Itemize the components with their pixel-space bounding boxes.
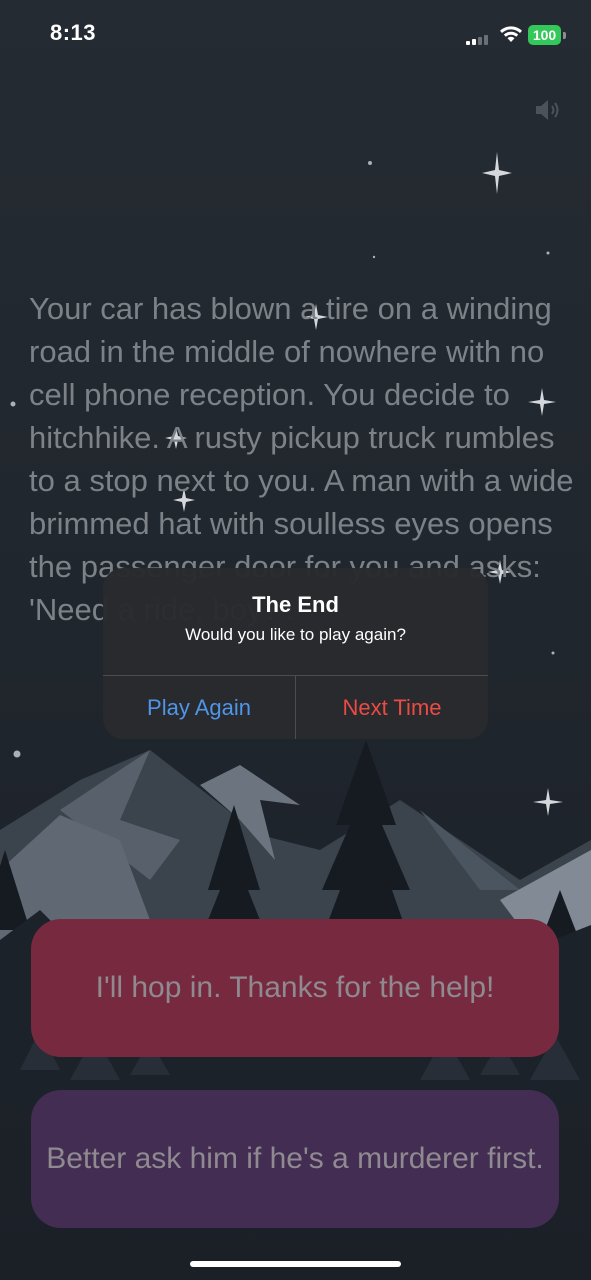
battery-tip (563, 32, 566, 39)
next-time-button[interactable]: Next Time (296, 676, 488, 739)
battery-level: 100 (528, 25, 561, 45)
wifi-icon (500, 26, 522, 42)
signal-icon (466, 35, 488, 45)
choice-button-ask-murderer[interactable]: Better ask him if he's a murderer first. (31, 1090, 559, 1228)
choice-button-hop-in[interactable]: I'll hop in. Thanks for the help! (31, 919, 559, 1057)
alert-title: The End (252, 592, 339, 617)
story-screen: 8:13 100 Your car has blown a tire on a … (0, 0, 591, 1280)
speaker-icon[interactable] (533, 98, 563, 122)
play-again-button[interactable]: Play Again (103, 676, 295, 739)
battery-icon: 100 (528, 25, 566, 45)
home-indicator[interactable] (190, 1261, 401, 1267)
alert-message: Would you like to play again? (185, 625, 406, 644)
end-alert-dialog: The End Would you like to play again? Pl… (103, 568, 488, 739)
status-time: 8:13 (50, 20, 97, 45)
